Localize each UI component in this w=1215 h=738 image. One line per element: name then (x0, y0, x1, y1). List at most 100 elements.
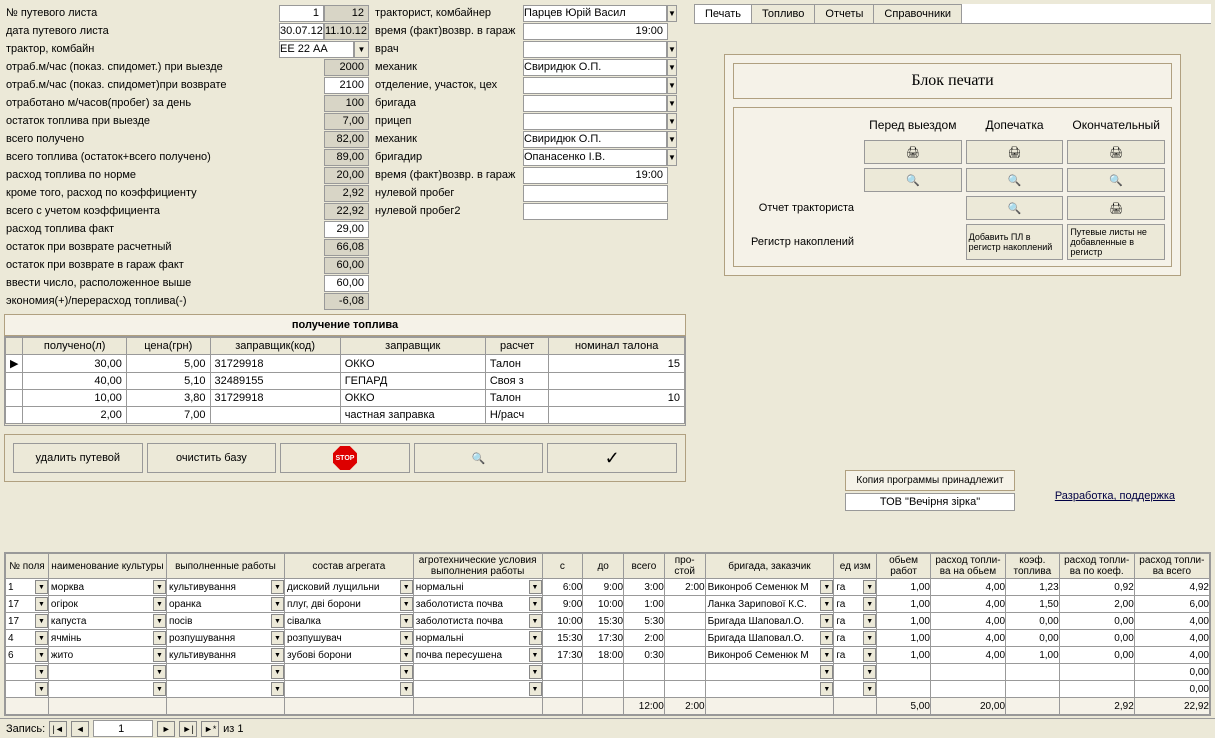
grid-cell[interactable]: 1,00 (877, 647, 931, 664)
tab-Печать[interactable]: Печать (694, 4, 752, 23)
cell-dropdown-icon[interactable]: ▼ (820, 665, 833, 679)
cell-dropdown-icon[interactable]: ▼ (863, 614, 876, 628)
grid-cell[interactable]: 17:30 (542, 647, 583, 664)
table-row[interactable]: 6▼жито▼культивування▼зубові борони▼почва… (6, 647, 1210, 664)
fuel-table[interactable]: получено(л)цена(грн)заправщик(код)заправ… (5, 337, 685, 424)
dropdown-icon[interactable]: ▼ (667, 41, 677, 58)
fuel-cell[interactable]: 30,00 (23, 355, 126, 373)
cell-dropdown-icon[interactable]: ▼ (271, 665, 284, 679)
grid-cell[interactable]: 3:00 (624, 579, 665, 596)
grid-cell-value[interactable]: нормальні (414, 582, 529, 593)
cell-dropdown-icon[interactable]: ▼ (153, 631, 166, 645)
print-button[interactable]: 🖨 (966, 140, 1064, 164)
cell-dropdown-icon[interactable]: ▼ (271, 597, 284, 611)
grid-cell-value[interactable]: жито (49, 650, 153, 661)
cell-dropdown-icon[interactable]: ▼ (820, 614, 833, 628)
grid-cell-value[interactable]: зубові борони (285, 650, 400, 661)
missing-waybills-button[interactable]: Путевые листы не добавленные в регистр (1067, 224, 1165, 260)
fuel-cell[interactable]: 2,00 (23, 407, 126, 424)
cell-dropdown-icon[interactable]: ▼ (153, 665, 166, 679)
grid-cell[interactable]: 4,00 (930, 647, 1005, 664)
grid-cell-value[interactable]: га (834, 633, 863, 644)
report-print-button[interactable]: 🖨 (1067, 196, 1165, 220)
fuel-col-header[interactable]: номинал талона (549, 338, 685, 355)
cell-dropdown-icon[interactable]: ▼ (863, 580, 876, 594)
grid-cell[interactable]: 0,00 (1059, 630, 1134, 647)
combo-input[interactable] (523, 41, 667, 58)
row-marker[interactable] (6, 390, 23, 407)
search-button[interactable]: 🔍 (414, 443, 544, 473)
fuel-cell[interactable]: 31729918 (210, 390, 340, 407)
grid-cell[interactable]: 4,00 (1134, 647, 1209, 664)
cell-dropdown-icon[interactable]: ▼ (400, 682, 413, 696)
value-cell[interactable]: 2100 (324, 77, 369, 94)
cell-dropdown-icon[interactable]: ▼ (863, 648, 876, 662)
grid-cell[interactable]: 4,00 (1134, 613, 1209, 630)
grid-cell[interactable]: 0:30 (624, 647, 665, 664)
grid-cell-value[interactable]: плуг, дві борони (285, 599, 400, 610)
grid-cell[interactable]: 0,00 (1006, 613, 1060, 630)
grid-cell[interactable] (664, 596, 705, 613)
grid-cell[interactable]: 0,00 (1134, 664, 1209, 681)
dropdown-icon[interactable]: ▼ (667, 5, 677, 22)
cell-dropdown-icon[interactable]: ▼ (35, 631, 48, 645)
dropdown-icon[interactable]: ▼ (354, 41, 369, 58)
grid-cell[interactable]: 4,92 (1134, 579, 1209, 596)
value-cell[interactable]: 1 (279, 5, 324, 22)
cell-dropdown-icon[interactable]: ▼ (820, 631, 833, 645)
grid-cell[interactable]: 15:30 (583, 613, 624, 630)
add-to-register-button[interactable]: Добавить ПЛ в регистр накоплений (966, 224, 1064, 260)
grid-cell-value[interactable]: заболотиста почва (414, 599, 529, 610)
fuel-cell[interactable]: 3,80 (126, 390, 210, 407)
value-input[interactable] (523, 23, 668, 40)
cell-dropdown-icon[interactable]: ▼ (400, 597, 413, 611)
cell-dropdown-icon[interactable]: ▼ (863, 631, 876, 645)
dropdown-icon[interactable]: ▼ (667, 59, 677, 76)
grid-cell[interactable] (1059, 681, 1134, 698)
tab-Топливо[interactable]: Топливо (751, 4, 815, 23)
grid-cell[interactable]: 9:00 (583, 579, 624, 596)
cell-dropdown-icon[interactable]: ▼ (820, 580, 833, 594)
grid-cell[interactable]: 2,00 (1059, 596, 1134, 613)
table-row[interactable]: 1▼морква▼культивування▼дисковий лущильни… (6, 579, 1210, 596)
cell-dropdown-icon[interactable]: ▼ (35, 597, 48, 611)
grid-cell-value[interactable]: Виконроб Семенюк М (706, 650, 821, 661)
grid-cell[interactable] (664, 681, 705, 698)
cell-dropdown-icon[interactable]: ▼ (35, 665, 48, 679)
fuel-cell[interactable]: 10,00 (23, 390, 126, 407)
dropdown-icon[interactable]: ▼ (667, 149, 677, 166)
grid-cell[interactable] (664, 630, 705, 647)
grid-cell[interactable]: 4,00 (930, 596, 1005, 613)
combo-input[interactable] (523, 95, 667, 112)
grid-cell-value[interactable]: розпушувач (285, 633, 400, 644)
fuel-cell[interactable] (549, 407, 685, 424)
grid-cell-value[interactable]: 6 (6, 650, 35, 661)
grid-cell-value[interactable]: культивування (167, 582, 271, 593)
grid-col-header[interactable]: про- стой (664, 554, 705, 579)
grid-cell[interactable] (583, 681, 624, 698)
fuel-cell[interactable]: ОККО (340, 355, 485, 373)
grid-cell[interactable]: 4,00 (1134, 630, 1209, 647)
grid-cell[interactable]: 1,00 (877, 630, 931, 647)
table-row[interactable]: 17▼огірок▼оранка▼плуг, дві борони▼заболо… (6, 596, 1210, 613)
confirm-button[interactable]: ✓ (547, 443, 677, 473)
value-input[interactable] (523, 167, 668, 184)
fuel-cell[interactable]: ГЕПАРД (340, 373, 485, 390)
fuel-col-header[interactable]: получено(л) (23, 338, 126, 355)
grid-cell-value[interactable]: га (834, 650, 863, 661)
cell-dropdown-icon[interactable]: ▼ (153, 614, 166, 628)
value-cell[interactable]: 30.07.12 (279, 23, 324, 40)
grid-cell[interactable]: 6,00 (1134, 596, 1209, 613)
grid-cell[interactable]: 0,92 (1059, 579, 1134, 596)
grid-cell[interactable]: 5:30 (624, 613, 665, 630)
grid-cell-value[interactable]: посів (167, 616, 271, 627)
cell-dropdown-icon[interactable]: ▼ (271, 631, 284, 645)
dropdown-icon[interactable]: ▼ (667, 95, 677, 112)
grid-cell-value[interactable]: культивування (167, 650, 271, 661)
grid-cell[interactable] (1006, 681, 1060, 698)
cell-dropdown-icon[interactable]: ▼ (529, 631, 542, 645)
grid-col-header[interactable]: выполненные работы (166, 554, 284, 579)
cell-dropdown-icon[interactable]: ▼ (400, 631, 413, 645)
cell-dropdown-icon[interactable]: ▼ (35, 682, 48, 696)
grid-cell[interactable]: 15:30 (542, 630, 583, 647)
